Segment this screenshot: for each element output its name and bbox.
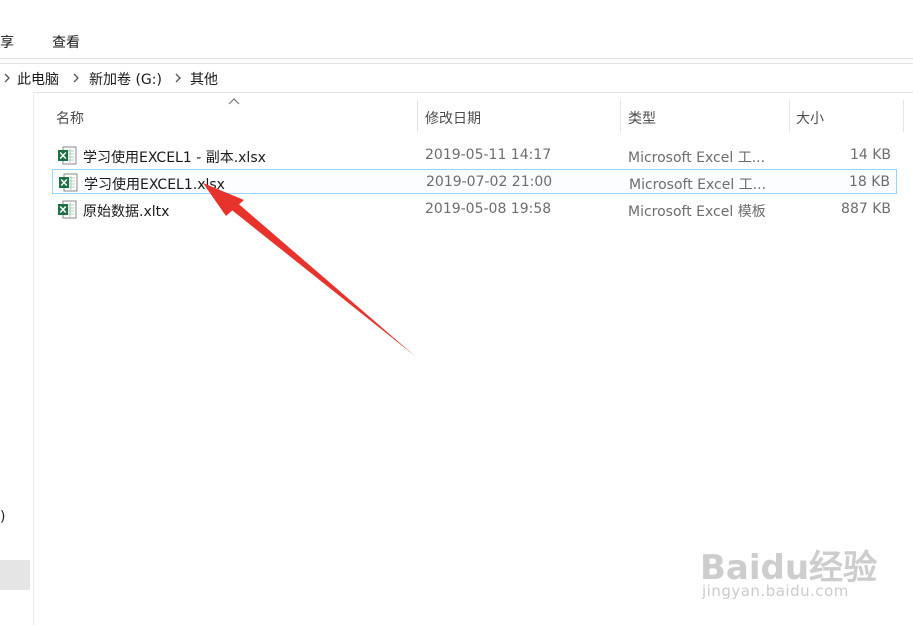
file-type: Microsoft Excel 工... xyxy=(628,150,766,166)
file-size: 14 KB xyxy=(849,147,891,163)
chevron-right-icon[interactable] xyxy=(173,71,183,85)
sort-ascending-icon xyxy=(228,98,240,105)
breadcrumb-folder-other[interactable]: 其他 xyxy=(190,69,218,89)
ribbon-tab-view[interactable]: 查看 xyxy=(52,32,80,52)
nav-item-fragment[interactable]: ) xyxy=(0,509,5,525)
file-type: Microsoft Excel 模板 xyxy=(628,204,766,220)
file-row[interactable]: 学习使用EXCEL1 - 副本.xlsx 2019-05-11 14:17 Mi… xyxy=(52,143,897,168)
file-date: 2019-05-11 14:17 xyxy=(425,147,552,163)
excel-file-icon xyxy=(58,146,77,165)
file-date: 2019-05-08 19:58 xyxy=(425,201,552,217)
column-header-size[interactable]: 大小 xyxy=(796,108,824,128)
breadcrumb-this-pc[interactable]: 此电脑 xyxy=(17,69,59,89)
file-name: 学习使用EXCEL1 - 副本.xlsx xyxy=(83,150,266,166)
file-date: 2019-07-02 21:00 xyxy=(426,174,553,190)
chevron-right-icon[interactable] xyxy=(71,71,81,85)
file-row-selected[interactable]: 学习使用EXCEL1.xlsx 2019-07-02 21:00 Microso… xyxy=(52,169,897,194)
file-type: Microsoft Excel 工... xyxy=(629,177,767,193)
column-header-type[interactable]: 类型 xyxy=(628,108,656,128)
chevron-right-icon[interactable] xyxy=(2,71,12,85)
ribbon: 享 查看 xyxy=(0,0,913,59)
column-divider[interactable] xyxy=(620,100,621,132)
file-name: 学习使用EXCEL1.xlsx xyxy=(84,177,225,193)
address-bar[interactable]: 此电脑 新加卷 (G:) 其他 xyxy=(0,63,913,93)
column-header-date[interactable]: 修改日期 xyxy=(425,108,481,128)
excel-file-icon xyxy=(59,173,78,192)
ribbon-tab-share[interactable]: 享 xyxy=(0,32,14,52)
excel-template-icon xyxy=(58,200,77,219)
breadcrumb-drive[interactable]: 新加卷 (G:) xyxy=(89,69,162,89)
file-size: 18 KB xyxy=(848,174,890,190)
file-name: 原始数据.xltx xyxy=(83,204,170,220)
file-row[interactable]: 原始数据.xltx 2019-05-08 19:58 Microsoft Exc… xyxy=(52,197,897,222)
watermark: Baidu经验 jingyan.baidu.com xyxy=(700,530,900,610)
column-divider[interactable] xyxy=(789,100,790,132)
nav-item-selected[interactable] xyxy=(0,560,30,590)
navigation-pane[interactable] xyxy=(0,92,34,625)
column-divider[interactable] xyxy=(417,100,418,132)
file-size: 887 KB xyxy=(841,201,891,217)
column-header-name[interactable]: 名称 xyxy=(56,108,84,128)
column-divider[interactable] xyxy=(903,100,904,132)
watermark-url: jingyan.baidu.com xyxy=(702,582,849,600)
